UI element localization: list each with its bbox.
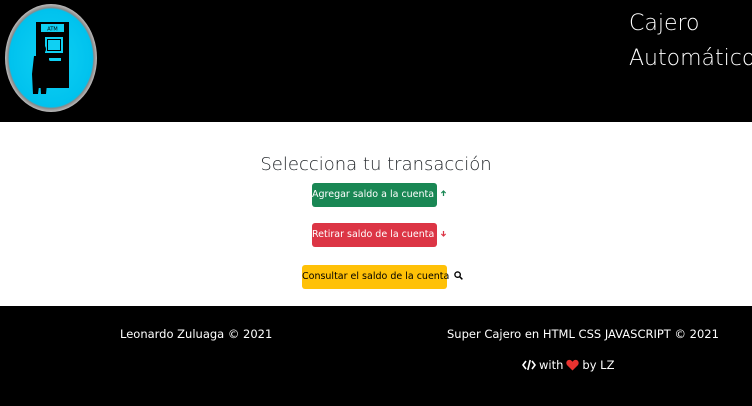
check-balance-button[interactable]: Consultar el saldo de la cuenta <box>302 265 464 289</box>
brand-line-1: Cajero <box>629 11 700 36</box>
made-with-love: with by LZ <box>522 358 614 372</box>
transaction-panel: Selecciona tu transacción Agregar saldo … <box>0 122 752 306</box>
page-title: Selecciona tu transacción <box>260 154 492 175</box>
search-icon <box>454 271 464 280</box>
add-balance-label: Agregar saldo a la cuenta <box>312 189 435 200</box>
footer: Leonardo Zuluaga © 2021 Super Cajero en … <box>0 306 752 406</box>
made-with-text: with <box>539 358 564 372</box>
footer-author: Leonardo Zuluaga © 2021 <box>120 327 273 341</box>
atm-label: ATM <box>47 27 57 33</box>
withdraw-balance-label: Retirar saldo de la cuenta <box>312 229 435 240</box>
brand-title: Cajero Automático <box>629 6 752 76</box>
heart-icon <box>566 359 580 371</box>
add-balance-button[interactable]: Agregar saldo a la cuenta <box>312 183 448 207</box>
atm-machine-icon: ATM <box>32 22 69 94</box>
plus-circle-icon <box>439 189 448 198</box>
footer-project: Super Cajero en HTML CSS JAVASCRIPT © 20… <box>447 327 719 341</box>
minus-circle-icon <box>439 229 449 238</box>
withdraw-balance-button[interactable]: Retirar saldo de la cuenta <box>312 223 449 247</box>
code-icon <box>522 359 536 371</box>
brand-line-2: Automático <box>629 46 752 71</box>
made-by-text: by LZ <box>582 358 615 372</box>
header: ATM Cajero Automático <box>0 0 752 122</box>
check-balance-label: Consultar el saldo de la cuenta <box>302 271 450 282</box>
atm-logo[interactable]: ATM <box>5 4 97 112</box>
